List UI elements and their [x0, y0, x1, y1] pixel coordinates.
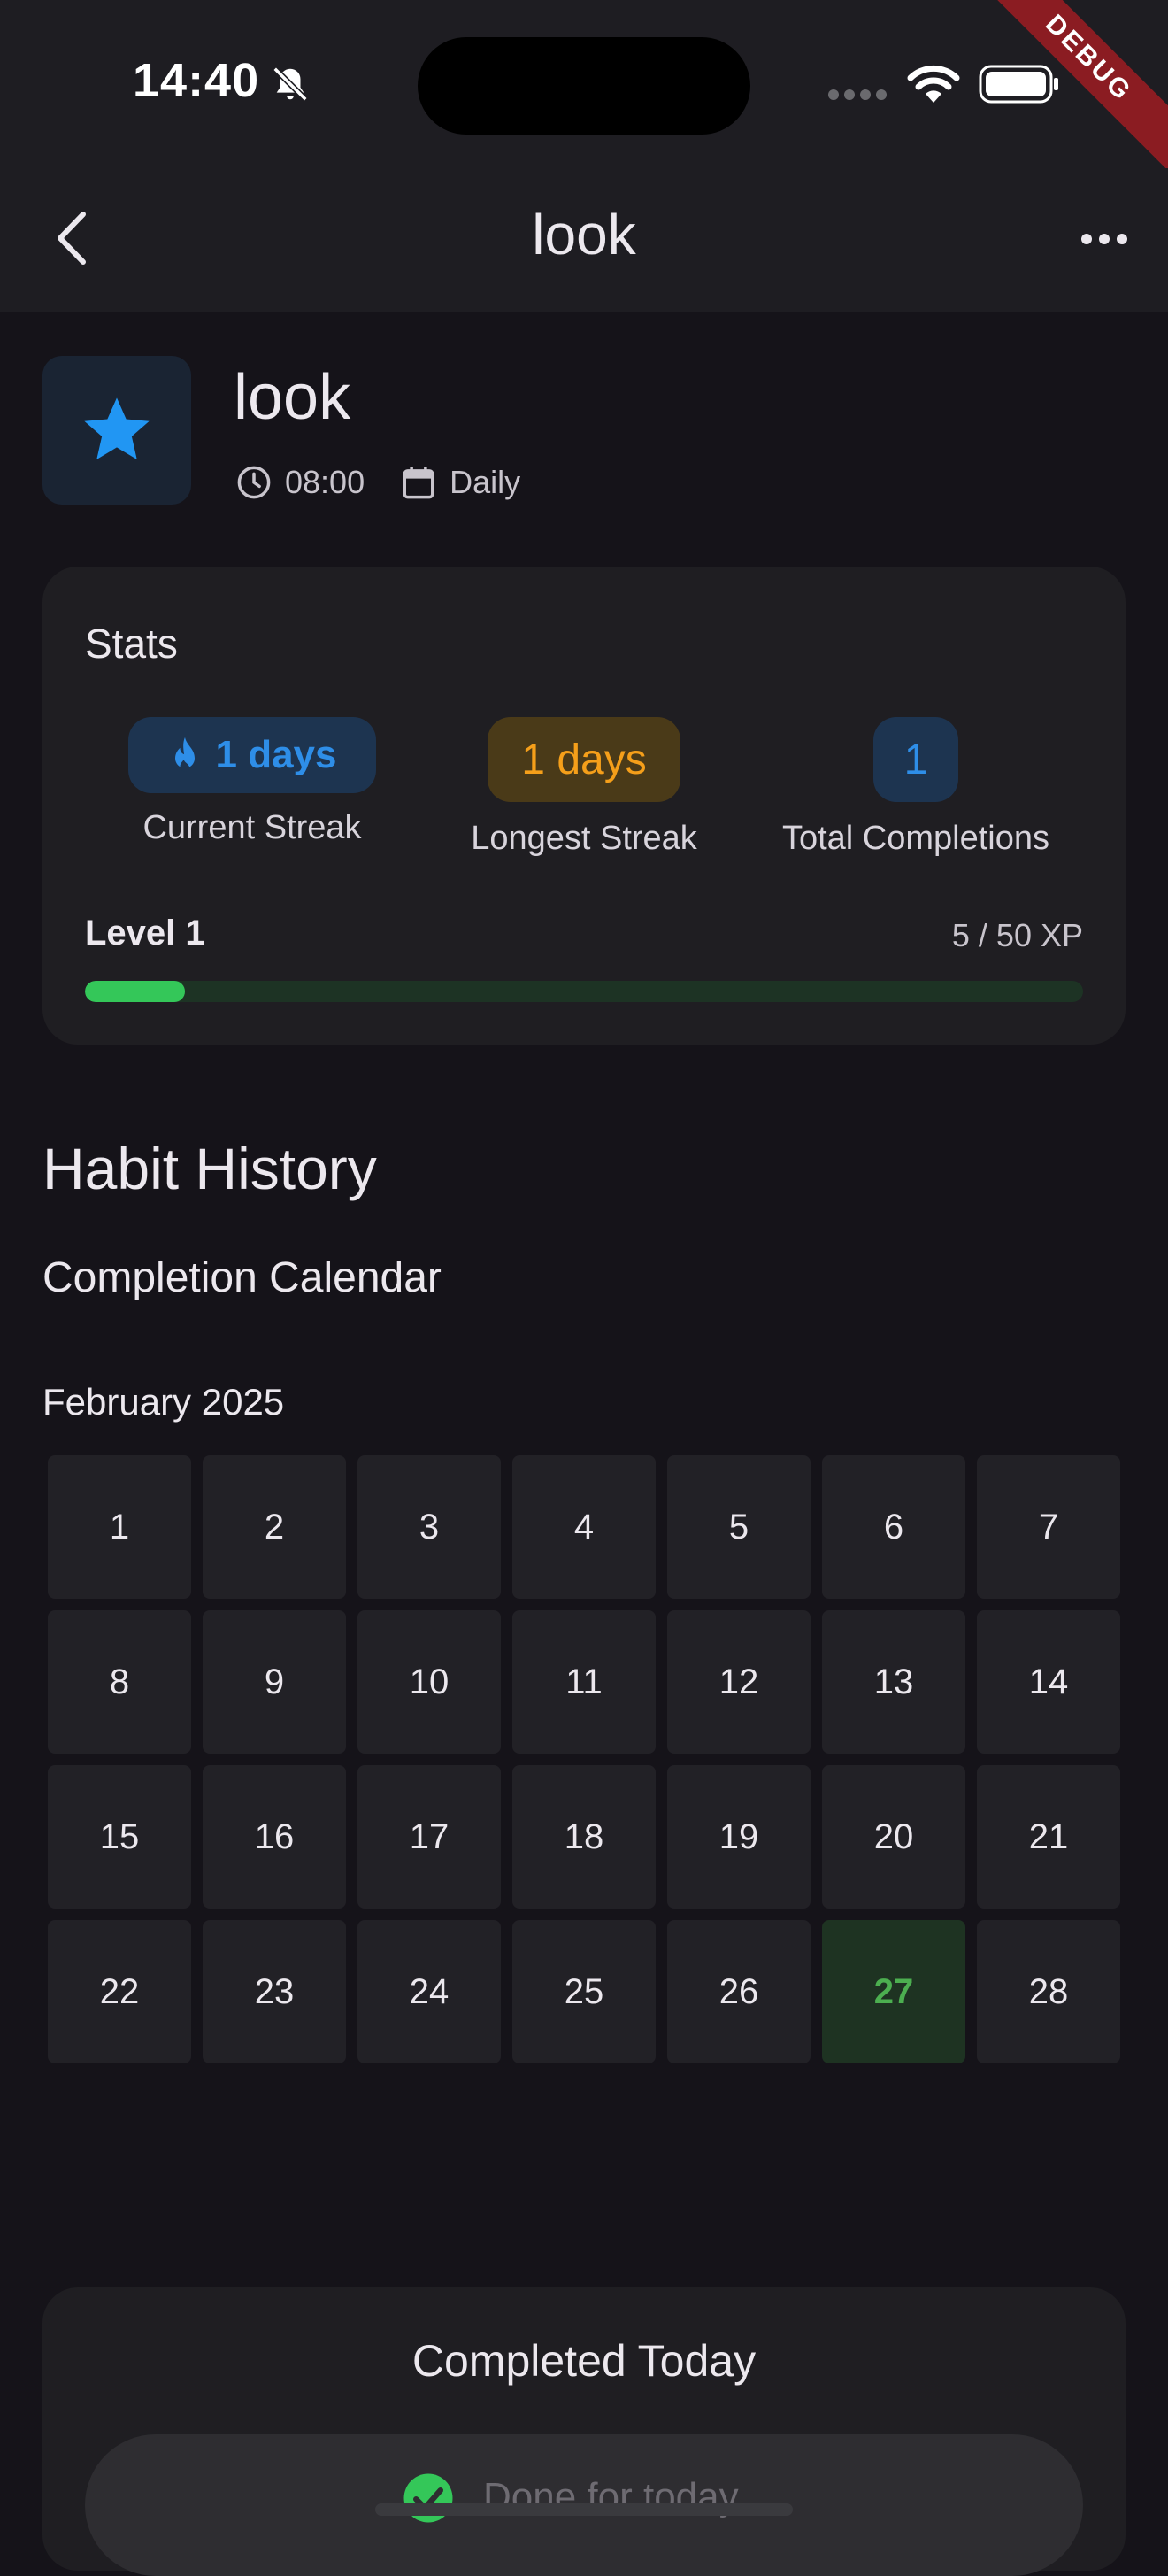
home-indicator — [375, 2503, 793, 2516]
current-streak-stat: 1 days Current Streak — [124, 717, 380, 847]
calendar-day[interactable]: 20 — [822, 1765, 965, 1909]
calendar-day[interactable]: 5 — [667, 1455, 811, 1599]
calendar-day[interactable]: 6 — [822, 1455, 965, 1599]
dynamic-island — [418, 37, 750, 135]
calendar-month: February 2025 — [42, 1381, 285, 1423]
calendar-day[interactable]: 26 — [667, 1920, 811, 2063]
clock-icon — [237, 466, 271, 499]
current-streak-badge: 1 days — [128, 717, 376, 793]
total-completions-label: Total Completions — [781, 820, 1050, 857]
calendar-day[interactable]: 27 — [822, 1920, 965, 2063]
calendar-day[interactable]: 8 — [48, 1610, 191, 1754]
battery-icon — [979, 65, 1058, 104]
calendar-day[interactable]: 2 — [203, 1455, 346, 1599]
calendar-day[interactable]: 28 — [977, 1920, 1120, 2063]
xp-progress-bar — [85, 981, 1083, 1002]
habit-frequency: Daily — [450, 464, 521, 500]
calendar-day[interactable]: 18 — [512, 1765, 656, 1909]
calendar-day[interactable]: 14 — [977, 1610, 1120, 1754]
xp-label: 5 / 50 XP — [951, 917, 1083, 953]
calendar-day[interactable]: 10 — [357, 1610, 501, 1754]
habit-meta: 08:00 Daily — [235, 462, 556, 503]
current-streak-value: 1 days — [215, 733, 337, 776]
calendar-day[interactable]: 22 — [48, 1920, 191, 2063]
calendar-day[interactable]: 1 — [48, 1455, 191, 1599]
habit-time: 08:00 — [285, 464, 365, 500]
calendar-day[interactable]: 9 — [203, 1610, 346, 1754]
signal-icon — [828, 89, 887, 100]
level-label: Level 1 — [85, 914, 205, 953]
calendar-day[interactable]: 16 — [203, 1765, 346, 1909]
stats-title: Stats — [85, 621, 178, 667]
bell-off-icon — [273, 66, 308, 102]
page-title: look — [532, 203, 636, 266]
calendar-icon — [403, 467, 434, 499]
status-time: 14:40 — [133, 54, 260, 107]
calendar-day[interactable]: 25 — [512, 1920, 656, 2063]
calendar-day[interactable]: 13 — [822, 1610, 965, 1754]
calendar-day[interactable]: 21 — [977, 1765, 1120, 1909]
more-options-icon[interactable] — [1080, 228, 1129, 250]
total-completions-value: 1 — [873, 717, 958, 802]
calendar-day[interactable]: 3 — [357, 1455, 501, 1599]
calendar-title: Completion Calendar — [42, 1254, 442, 1301]
flame-icon — [174, 737, 195, 772]
xp-progress-fill — [85, 981, 185, 1002]
habit-name: look — [234, 362, 351, 433]
calendar-day[interactable]: 12 — [667, 1610, 811, 1754]
total-completions-stat: 1 Total Completions — [770, 717, 1062, 858]
calendar-day[interactable]: 4 — [512, 1455, 656, 1599]
calendar-day[interactable]: 24 — [357, 1920, 501, 2063]
history-title: Habit History — [42, 1136, 377, 1201]
current-streak-label: Current Streak — [142, 809, 362, 846]
calendar-day[interactable]: 7 — [977, 1455, 1120, 1599]
longest-streak-value: 1 days — [488, 717, 680, 802]
habit-icon-tile — [42, 356, 191, 505]
check-circle-icon — [403, 2473, 453, 2523]
calendar-day[interactable]: 23 — [203, 1920, 346, 2063]
wifi-icon — [907, 65, 960, 103]
calendar-day[interactable]: 11 — [512, 1610, 656, 1754]
calendar-day[interactable]: 15 — [48, 1765, 191, 1909]
completed-today-title: Completed Today — [411, 2336, 757, 2386]
longest-streak-label: Longest Streak — [471, 820, 697, 857]
calendar-day[interactable]: 17 — [357, 1765, 501, 1909]
calendar-grid: 1 2 3 4 5 6 7 8 9 10 11 12 13 14 15 16 17 18 19 20 21 22 23 24 2… — [48, 1455, 1120, 2063]
longest-streak-stat: 1 days Longest Streak — [451, 717, 717, 858]
star-icon — [84, 397, 150, 459]
calendar-day[interactable]: 19 — [667, 1765, 811, 1909]
